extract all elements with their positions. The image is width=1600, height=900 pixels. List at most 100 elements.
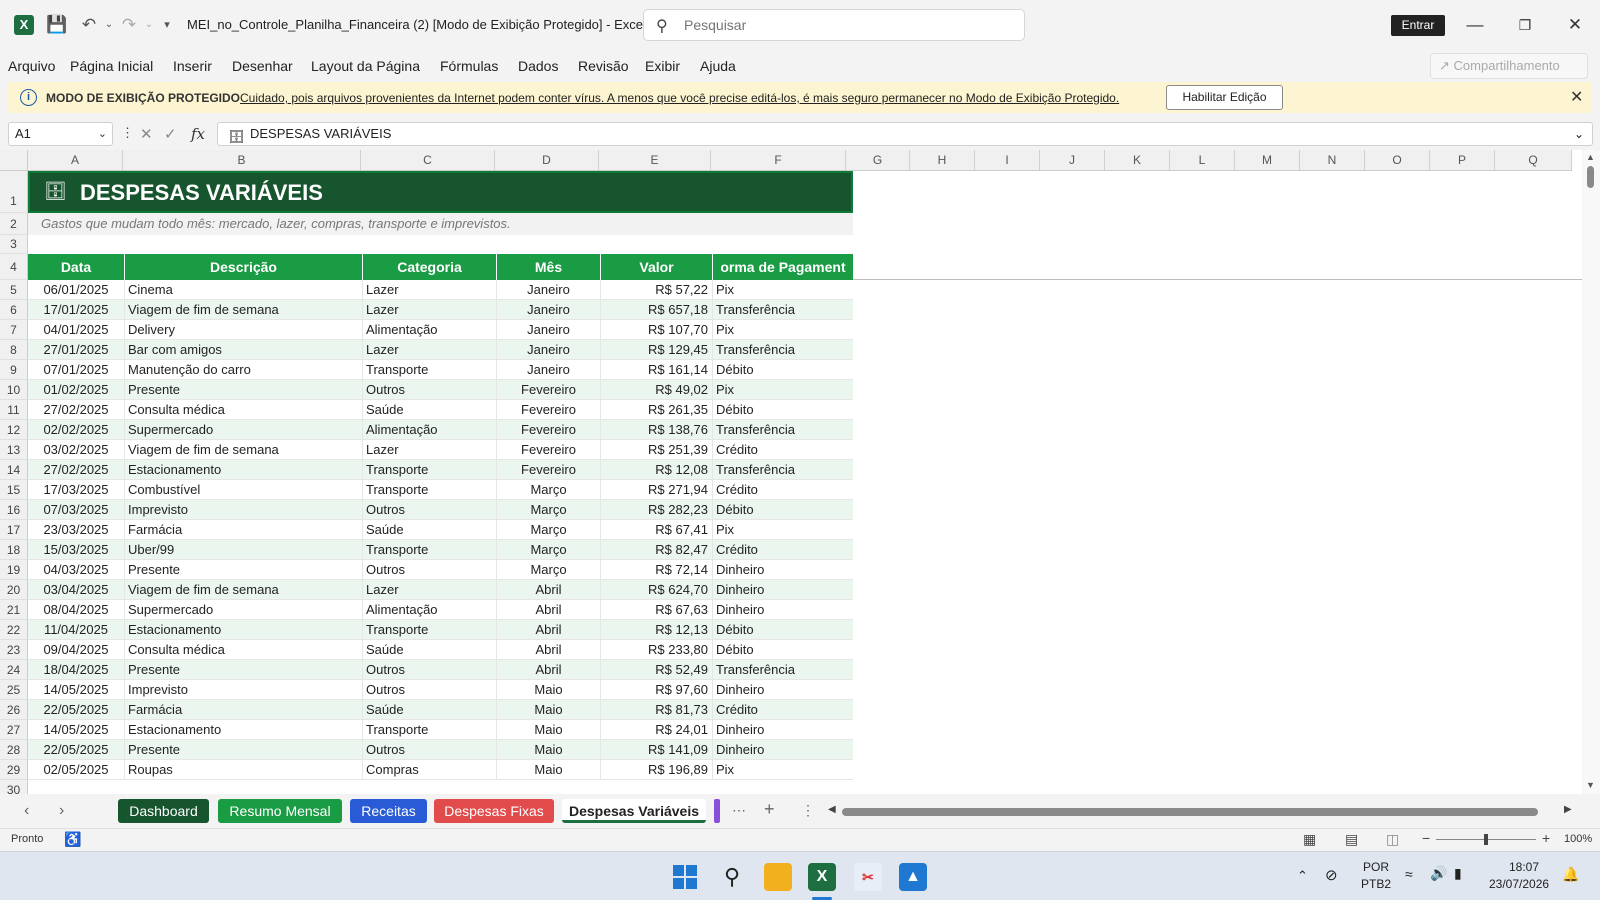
tab-prev-icon[interactable]: ‹	[24, 802, 29, 820]
row-header[interactable]: 5	[0, 280, 28, 300]
row-header[interactable]: 15	[0, 480, 28, 500]
cell-valor[interactable]: R$ 52,49	[601, 660, 713, 680]
cell-mes[interactable]: Janeiro	[497, 300, 601, 320]
cell-valor[interactable]: R$ 97,60	[601, 680, 713, 700]
row-header[interactable]: 28	[0, 740, 28, 760]
cell-categoria[interactable]: Transporte	[363, 540, 497, 560]
sync-off-icon[interactable]: ⊘	[1325, 866, 1338, 884]
column-header-b[interactable]: B	[123, 150, 361, 171]
column-header-j[interactable]: J	[1040, 150, 1105, 171]
tab-overflow-indicator[interactable]	[714, 799, 720, 823]
undo-dropdown-icon[interactable]: ⌄	[98, 14, 120, 36]
cell-data[interactable]: 07/03/2025	[28, 500, 125, 520]
header-data[interactable]: Data	[28, 254, 125, 280]
cell-mes[interactable]: Abril	[497, 600, 601, 620]
cell-descricao[interactable]: Supermercado	[125, 420, 363, 440]
column-header-i[interactable]: I	[975, 150, 1040, 171]
cell-valor[interactable]: R$ 57,22	[601, 280, 713, 300]
row-header[interactable]: 26	[0, 700, 28, 720]
menu-formulas[interactable]: Fórmulas	[440, 58, 498, 74]
search-box[interactable]: ⚲	[643, 9, 1025, 41]
cell-valor[interactable]: R$ 657,18	[601, 300, 713, 320]
cell-categoria[interactable]: Lazer	[363, 580, 497, 600]
menu-revisao[interactable]: Revisão	[578, 58, 629, 74]
cell-mes[interactable]: Janeiro	[497, 340, 601, 360]
cell-mes[interactable]: Maio	[497, 680, 601, 700]
cell-valor[interactable]: R$ 129,45	[601, 340, 713, 360]
cell-data[interactable]: 18/04/2025	[28, 660, 125, 680]
cell-categoria[interactable]: Outros	[363, 740, 497, 760]
tab-receitas[interactable]: Receitas	[350, 799, 427, 823]
vertical-scroll-thumb[interactable]	[1587, 166, 1594, 188]
menu-inserir[interactable]: Inserir	[173, 58, 212, 74]
cell-mes[interactable]: Abril	[497, 640, 601, 660]
cell-data[interactable]: 01/02/2025	[28, 380, 125, 400]
cell-mes[interactable]: Maio	[497, 700, 601, 720]
cell-data[interactable]: 06/01/2025	[28, 280, 125, 300]
minimize-icon[interactable]: —	[1460, 13, 1490, 37]
row-header[interactable]: 7	[0, 320, 28, 340]
cell-forma-pagamento[interactable]: Dinheiro	[713, 720, 853, 740]
scroll-left-icon[interactable]: ◀	[828, 804, 836, 815]
sign-in-button[interactable]: Entrar	[1391, 15, 1445, 36]
cell-mes[interactable]: Abril	[497, 660, 601, 680]
cell-data[interactable]: 11/04/2025	[28, 620, 125, 640]
row-header[interactable]: 2	[0, 213, 28, 235]
scroll-right-icon[interactable]: ▶	[1564, 804, 1572, 815]
cell-categoria[interactable]: Alimentação	[363, 320, 497, 340]
row-header[interactable]: 13	[0, 440, 28, 460]
select-all-corner[interactable]	[0, 150, 28, 171]
column-header-c[interactable]: C	[361, 150, 495, 171]
cell-forma-pagamento[interactable]: Débito	[713, 500, 853, 520]
header-mes[interactable]: Mês	[497, 254, 601, 280]
close-icon[interactable]: ✕	[1570, 87, 1583, 107]
scroll-down-icon[interactable]: ▼	[1586, 780, 1595, 790]
cell-valor[interactable]: R$ 82,47	[601, 540, 713, 560]
row-header[interactable]: 8	[0, 340, 28, 360]
row-header[interactable]: 30	[0, 780, 28, 794]
tab-despesas-variaveis[interactable]: Despesas Variáveis	[562, 799, 706, 823]
cell-descricao[interactable]: Presente	[125, 380, 363, 400]
column-header-q[interactable]: Q	[1495, 150, 1572, 171]
row-header[interactable]: 3	[0, 235, 28, 254]
cell-descricao[interactable]: Presente	[125, 660, 363, 680]
more-tabs-icon[interactable]: ⋯	[732, 802, 746, 819]
cell-categoria[interactable]: Saúde	[363, 520, 497, 540]
column-header-m[interactable]: M	[1235, 150, 1300, 171]
volume-icon[interactable]: 🔊	[1430, 865, 1447, 882]
cell-categoria[interactable]: Saúde	[363, 700, 497, 720]
cell-descricao[interactable]: Estacionamento	[125, 720, 363, 740]
language-bottom[interactable]: PTB2	[1361, 877, 1391, 891]
windows-start-icon[interactable]	[671, 863, 699, 891]
accessibility-icon[interactable]: ♿	[64, 831, 81, 848]
cell-mes[interactable]: Março	[497, 520, 601, 540]
menu-ajuda[interactable]: Ajuda	[700, 58, 736, 74]
cell-categoria[interactable]: Lazer	[363, 340, 497, 360]
cell-mes[interactable]: Fevereiro	[497, 400, 601, 420]
more-options-icon[interactable]: ⋮	[121, 125, 134, 141]
confirm-icon[interactable]: ✓	[164, 125, 177, 143]
cell-categoria[interactable]: Alimentação	[363, 420, 497, 440]
cell-mes[interactable]: Janeiro	[497, 320, 601, 340]
cell-data[interactable]: 03/02/2025	[28, 440, 125, 460]
header-descricao[interactable]: Descrição	[125, 254, 363, 280]
add-sheet-icon[interactable]: +	[764, 799, 775, 820]
cell-descricao[interactable]: Bar com amigos	[125, 340, 363, 360]
cell-mes[interactable]: Janeiro	[497, 280, 601, 300]
cell-mes[interactable]: Janeiro	[497, 360, 601, 380]
cell-descricao[interactable]: Imprevisto	[125, 680, 363, 700]
column-header-n[interactable]: N	[1300, 150, 1365, 171]
cell-descricao[interactable]: Delivery	[125, 320, 363, 340]
horizontal-scroll-thumb[interactable]	[842, 808, 1538, 816]
customize-toolbar-icon[interactable]: ▾	[156, 14, 178, 36]
file-explorer-icon[interactable]	[764, 863, 792, 891]
formula-input[interactable]: 🗄 DESPESAS VARIÁVEIS ⌄	[217, 122, 1593, 146]
cell-descricao[interactable]: Imprevisto	[125, 500, 363, 520]
cell-valor[interactable]: R$ 49,02	[601, 380, 713, 400]
row-header[interactable]: 29	[0, 760, 28, 780]
cell-data[interactable]: 17/01/2025	[28, 300, 125, 320]
cell-mes[interactable]: Fevereiro	[497, 460, 601, 480]
cell-descricao[interactable]: Combustível	[125, 480, 363, 500]
wifi-icon[interactable]: ≈	[1405, 866, 1413, 882]
zoom-out-icon[interactable]: −	[1422, 830, 1430, 846]
